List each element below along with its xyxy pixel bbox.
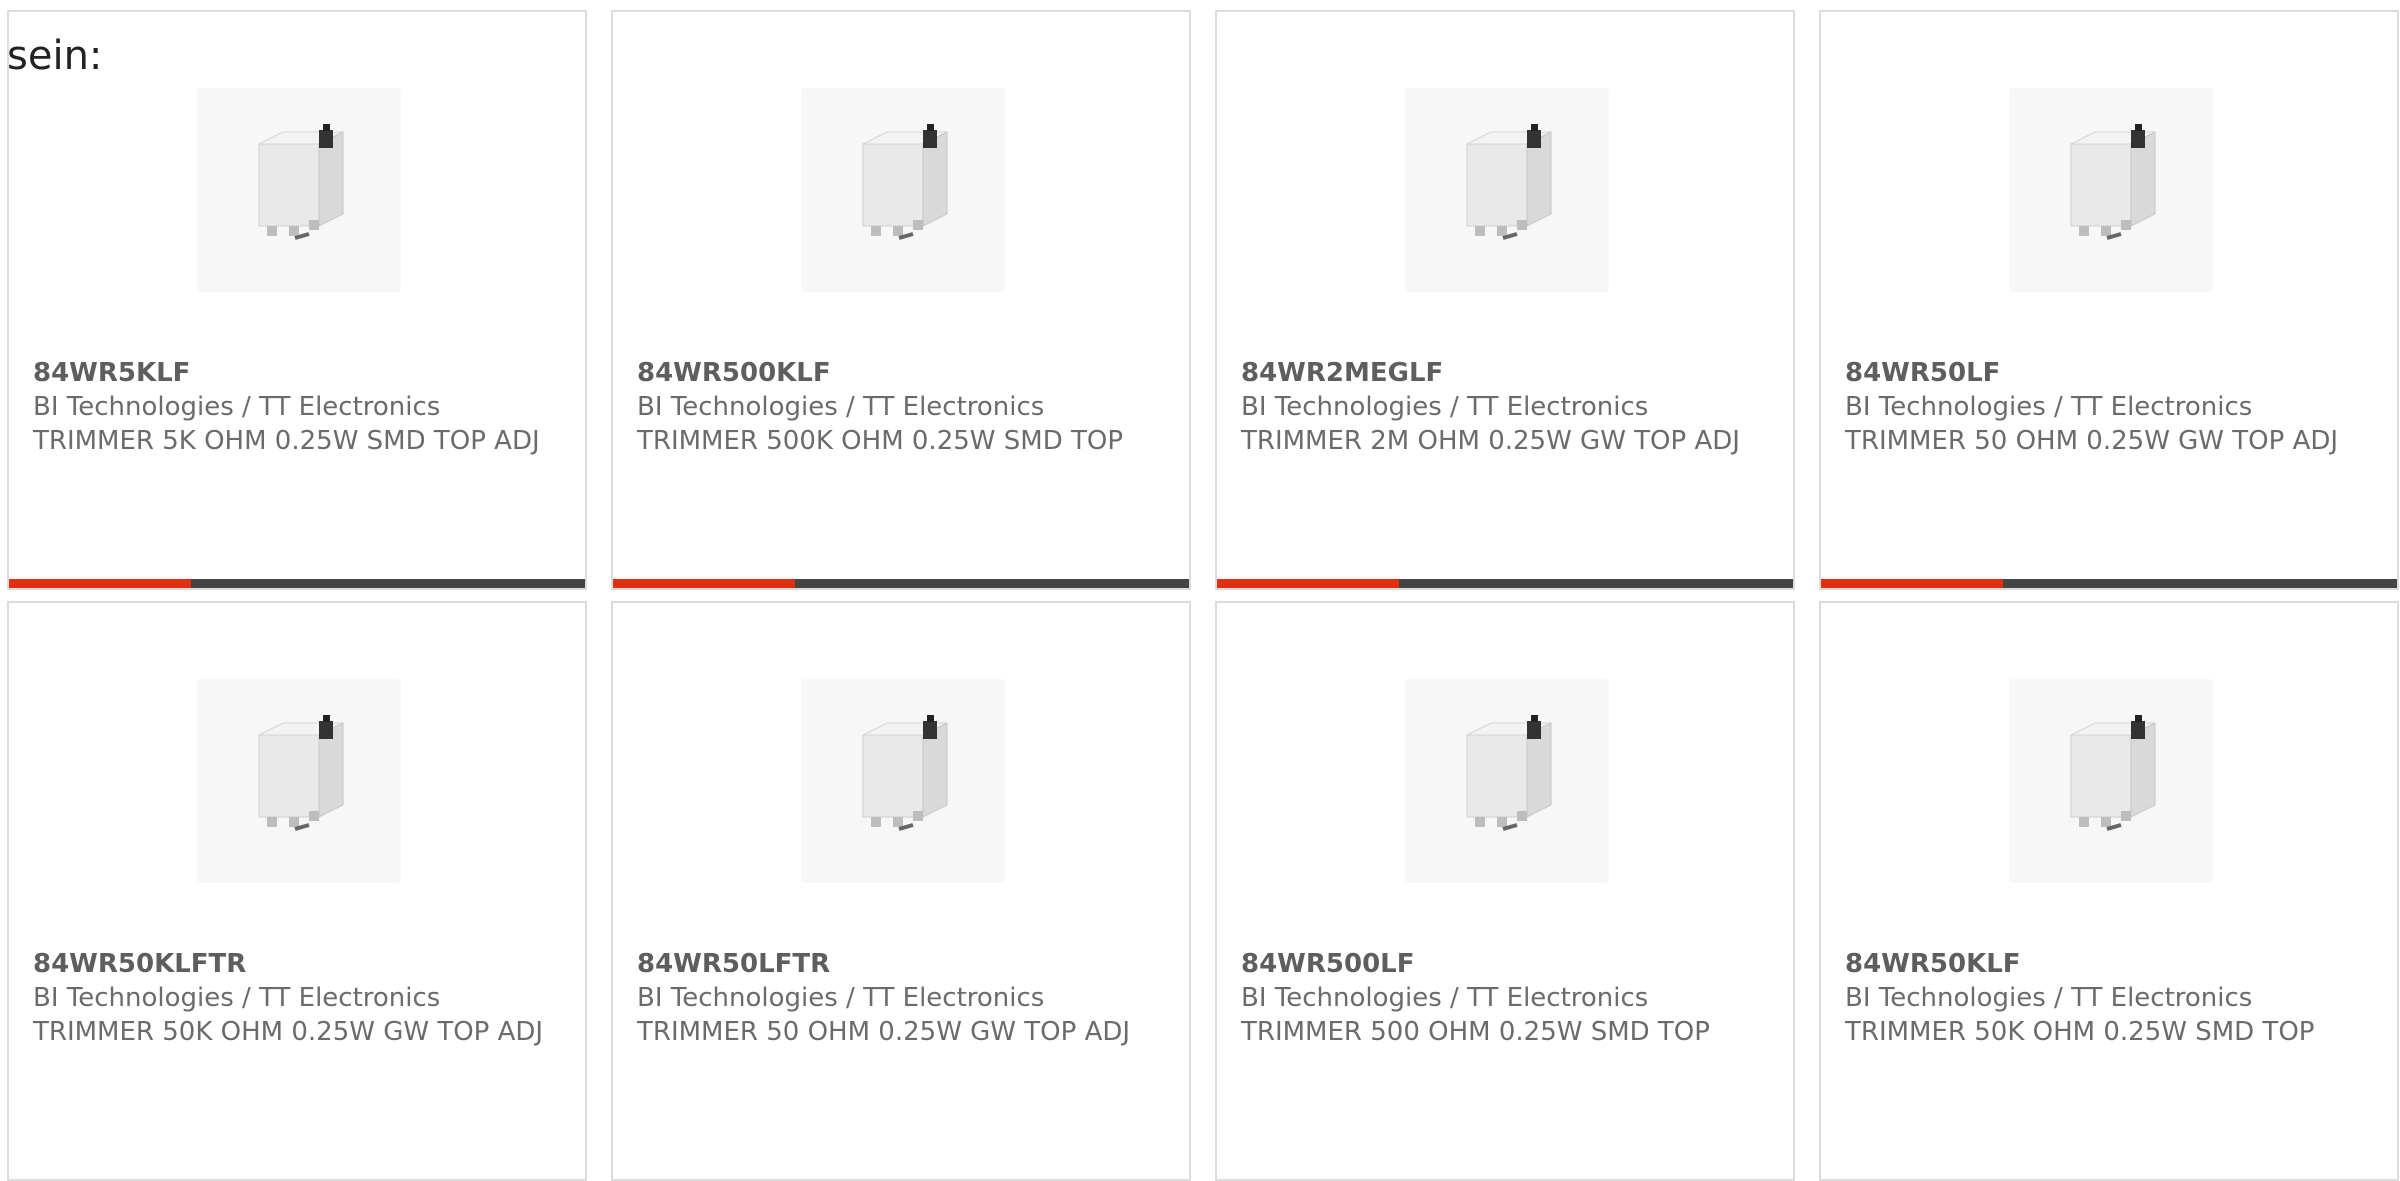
product-card[interactable]: 84WR50KLFTR BI Technologies / TT Electro… [7, 601, 587, 1181]
accent-bar [1217, 579, 1399, 588]
description: TRIMMER 50K OHM 0.25W SMD TOP [1845, 1017, 2315, 1047]
product-image[interactable] [1405, 679, 1609, 883]
trimmer-potentiometer-icon [258, 124, 344, 240]
product-image[interactable] [2009, 679, 2213, 883]
trimmer-potentiometer-icon [1466, 124, 1552, 240]
accent-bar [1821, 579, 2003, 588]
trimmer-potentiometer-icon [862, 715, 948, 831]
card-footer-bar [613, 579, 1189, 588]
part-number[interactable]: 84WR500LF [1241, 947, 1773, 981]
description: TRIMMER 50 OHM 0.25W GW TOP ADJ [1845, 426, 2339, 456]
part-number[interactable]: 84WR500KLF [637, 356, 1169, 390]
card-footer-bar [1821, 579, 2397, 588]
part-number[interactable]: 84WR5KLF [33, 356, 565, 390]
manufacturer: BI Technologies / TT Electronics [637, 392, 1045, 422]
part-number[interactable]: 84WR50KLFTR [33, 947, 565, 981]
product-card[interactable]: 84WR50KLF BI Technologies / TT Electroni… [1819, 601, 2399, 1181]
description: TRIMMER 500 OHM 0.25W SMD TOP [1241, 1017, 1710, 1047]
accent-bar [613, 579, 795, 588]
manufacturer: BI Technologies / TT Electronics [637, 983, 1045, 1013]
card-footer-bar [1217, 579, 1793, 588]
product-card[interactable]: 84WR5KLF BI Technologies / TT Electronic… [7, 10, 587, 590]
product-card[interactable]: 84WR50LF BI Technologies / TT Electronic… [1819, 10, 2399, 590]
manufacturer: BI Technologies / TT Electronics [33, 392, 441, 422]
trimmer-potentiometer-icon [862, 124, 948, 240]
part-number[interactable]: 84WR2MEGLF [1241, 356, 1773, 390]
manufacturer: BI Technologies / TT Electronics [1241, 392, 1649, 422]
accent-bar [9, 579, 191, 588]
section-heading: sein: [7, 33, 103, 79]
manufacturer: BI Technologies / TT Electronics [33, 983, 441, 1013]
product-image[interactable] [197, 88, 401, 292]
product-card[interactable]: 84WR2MEGLF BI Technologies / TT Electron… [1215, 10, 1795, 590]
description: TRIMMER 5K OHM 0.25W SMD TOP ADJ [33, 426, 540, 456]
description: TRIMMER 2M OHM 0.25W GW TOP ADJ [1241, 426, 1740, 456]
product-image[interactable] [801, 88, 1005, 292]
card-footer-bar [9, 579, 585, 588]
description: TRIMMER 50 OHM 0.25W GW TOP ADJ [637, 1017, 1131, 1047]
description: TRIMMER 500K OHM 0.25W SMD TOP [637, 426, 1124, 456]
trimmer-potentiometer-icon [2070, 124, 2156, 240]
manufacturer: BI Technologies / TT Electronics [1845, 983, 2253, 1013]
product-image[interactable] [801, 679, 1005, 883]
product-card[interactable]: 84WR500LF BI Technologies / TT Electroni… [1215, 601, 1795, 1181]
description: TRIMMER 50K OHM 0.25W GW TOP ADJ [33, 1017, 544, 1047]
product-card[interactable]: 84WR500KLF BI Technologies / TT Electron… [611, 10, 1191, 590]
product-image[interactable] [197, 679, 401, 883]
part-number[interactable]: 84WR50LF [1845, 356, 2377, 390]
product-grid: 84WR5KLF BI Technologies / TT Electronic… [7, 10, 2399, 1181]
manufacturer: BI Technologies / TT Electronics [1241, 983, 1649, 1013]
trimmer-potentiometer-icon [2070, 715, 2156, 831]
trimmer-potentiometer-icon [258, 715, 344, 831]
trimmer-potentiometer-icon [1466, 715, 1552, 831]
product-image[interactable] [1405, 88, 1609, 292]
part-number[interactable]: 84WR50LFTR [637, 947, 1169, 981]
part-number[interactable]: 84WR50KLF [1845, 947, 2377, 981]
manufacturer: BI Technologies / TT Electronics [1845, 392, 2253, 422]
product-image[interactable] [2009, 88, 2213, 292]
product-card[interactable]: 84WR50LFTR BI Technologies / TT Electron… [611, 601, 1191, 1181]
